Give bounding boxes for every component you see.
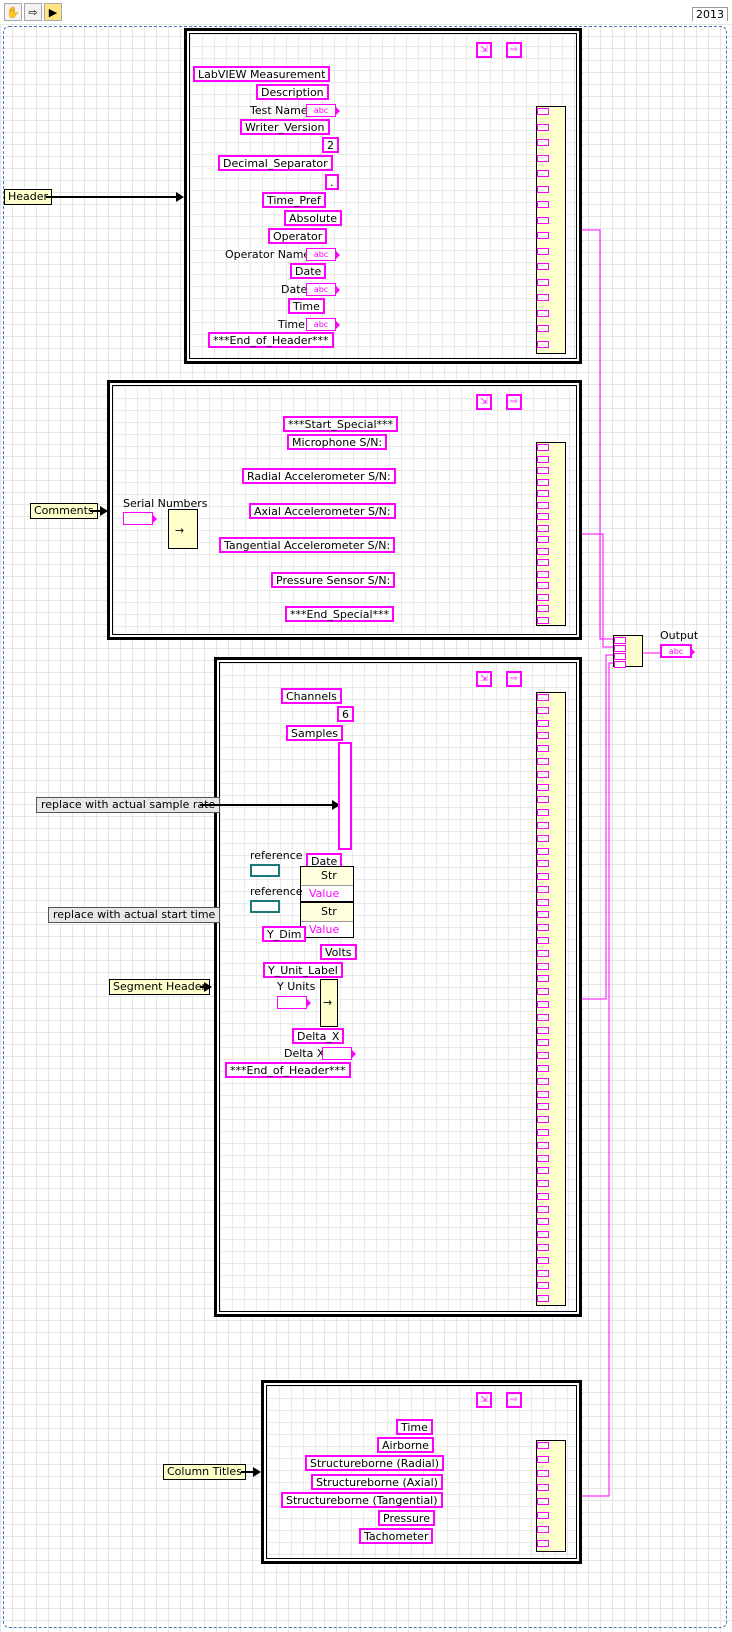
segment-arrow <box>200 982 212 992</box>
header-input[interactable]: Header <box>4 189 53 205</box>
const-volts[interactable]: Volts <box>320 944 357 960</box>
concatenate-strings-final[interactable] <box>613 635 643 668</box>
concatenate-strings-header[interactable] <box>536 106 566 354</box>
const-col-axial[interactable]: Structureborne (Axial) <box>311 1474 443 1490</box>
const-delta-x[interactable]: Delta_X <box>292 1028 345 1044</box>
const-time[interactable]: Time <box>288 298 325 314</box>
comment-sample-rate: replace with actual sample rate <box>36 797 221 813</box>
const-channels[interactable]: Channels <box>281 688 342 704</box>
time-indicator[interactable]: abc <box>306 318 340 331</box>
const-microphone-sn[interactable]: Microphone S/N: <box>287 434 388 450</box>
const-tangential-sn[interactable]: Tangential Accelerometer S/N: <box>219 537 396 553</box>
export-icon-3[interactable]: ⇨ <box>506 671 522 687</box>
ref-to-str-node-1[interactable]: Str Value <box>300 866 354 902</box>
sample-rate-array[interactable] <box>338 742 352 850</box>
concatenate-strings-columns[interactable] <box>536 1440 566 1552</box>
const-col-tangential[interactable]: Structureborne (Tangential) <box>281 1492 443 1508</box>
sample-rate-arrow <box>200 800 340 810</box>
label-operator-name: Operator Name <box>225 248 311 261</box>
y-units-indicator[interactable] <box>277 996 311 1009</box>
strip-path-icon-2[interactable]: ⇲ <box>476 394 492 410</box>
const-description[interactable]: Description <box>256 84 329 100</box>
comments-input[interactable]: Comments <box>30 503 98 519</box>
const-pressure-sn[interactable]: Pressure Sensor S/N: <box>271 572 396 588</box>
const-time-pref[interactable]: Time_Pref <box>262 192 326 208</box>
strip-path-icon-4[interactable]: ⇲ <box>476 1392 492 1408</box>
strip-path-icon-3[interactable]: ⇲ <box>476 671 492 687</box>
label-reference-2: reference <box>250 885 303 898</box>
hand-tool-icon[interactable]: ✋ <box>4 3 22 21</box>
concatenate-strings-comments[interactable] <box>536 442 566 626</box>
header-arrow <box>46 192 184 202</box>
const-radial-sn[interactable]: Radial Accelerometer S/N: <box>242 468 396 484</box>
const-end-of-header[interactable]: ***End_of_Header*** <box>208 332 334 348</box>
strip-path-icon[interactable]: ⇲ <box>476 42 492 58</box>
const-samples[interactable]: Samples <box>286 725 343 741</box>
export-icon-2[interactable]: ⇨ <box>506 394 522 410</box>
const-2[interactable]: 2 <box>322 137 339 153</box>
operator-name-indicator[interactable]: abc <box>306 248 340 261</box>
version-tab[interactable]: 2013 <box>692 7 728 21</box>
label-date: Date <box>281 283 308 296</box>
const-end-of-header-segment[interactable]: ***End_of_Header*** <box>225 1062 351 1078</box>
const-operator[interactable]: Operator <box>268 228 328 244</box>
segment-structure[interactable] <box>214 657 582 1317</box>
const-start-special[interactable]: ***Start_Special*** <box>283 416 399 432</box>
comment-start-time: replace with actual start time <box>48 907 221 923</box>
const-y-dim[interactable]: Y_Dim <box>262 926 307 942</box>
const-y-unit-label[interactable]: Y_Unit_Label <box>263 962 343 978</box>
ref-to-str-node-2[interactable]: Str Value <box>300 902 354 938</box>
const-dot[interactable]: . <box>325 174 339 190</box>
const-labview-measurement[interactable]: LabVIEW Measurement <box>193 66 331 82</box>
index-array-node[interactable]: → <box>168 509 198 549</box>
const-decimal-separator[interactable]: Decimal_Separator <box>218 155 333 171</box>
index-array-node-y[interactable]: → <box>320 979 338 1027</box>
label-time: Time <box>278 318 305 331</box>
arrow-right-icon[interactable]: ⇨ <box>24 3 42 21</box>
reference-control-1[interactable] <box>250 864 280 877</box>
date-indicator[interactable]: abc <box>306 283 340 296</box>
export-icon[interactable]: ⇨ <box>506 42 522 58</box>
label-output: Output <box>660 629 699 642</box>
label-reference-1: reference <box>250 849 303 862</box>
const-absolute[interactable]: Absolute <box>284 210 343 226</box>
reference-control-2[interactable] <box>250 900 280 913</box>
column-titles-arrow <box>241 1467 261 1477</box>
const-6[interactable]: 6 <box>337 706 354 722</box>
const-col-airborne[interactable]: Airborne <box>377 1437 434 1453</box>
label-test-name: Test Name <box>250 104 308 117</box>
const-col-pressure[interactable]: Pressure <box>378 1510 435 1526</box>
labview-icon[interactable]: ▶ <box>44 3 62 21</box>
const-col-tachometer[interactable]: Tachometer <box>359 1528 434 1544</box>
concatenate-strings-segment[interactable] <box>536 692 566 1306</box>
comments-arrow <box>90 506 108 516</box>
toolbar: ✋ ⇨ ▶ 2013 <box>0 0 732 26</box>
const-date[interactable]: Date <box>290 263 327 279</box>
const-writer-version[interactable]: Writer_Version <box>240 119 330 135</box>
const-col-radial[interactable]: Structureborne (Radial) <box>305 1455 445 1471</box>
export-icon-4[interactable]: ⇨ <box>506 1392 522 1408</box>
const-col-time[interactable]: Time <box>396 1419 433 1435</box>
label-delta-x: Delta X <box>284 1047 325 1060</box>
const-axial-sn[interactable]: Axial Accelerometer S/N: <box>249 503 396 519</box>
delta-x-indicator[interactable] <box>322 1047 356 1060</box>
test-name-indicator[interactable]: abc <box>306 104 340 117</box>
serial-numbers-indicator[interactable] <box>123 512 157 525</box>
output-indicator[interactable]: abc <box>660 644 695 658</box>
label-y-units: Y Units <box>277 980 316 993</box>
const-end-special[interactable]: ***End_Special*** <box>285 606 395 622</box>
segment-header-input[interactable]: Segment Header <box>109 979 211 995</box>
column-titles-input[interactable]: Column Titles <box>163 1464 246 1480</box>
